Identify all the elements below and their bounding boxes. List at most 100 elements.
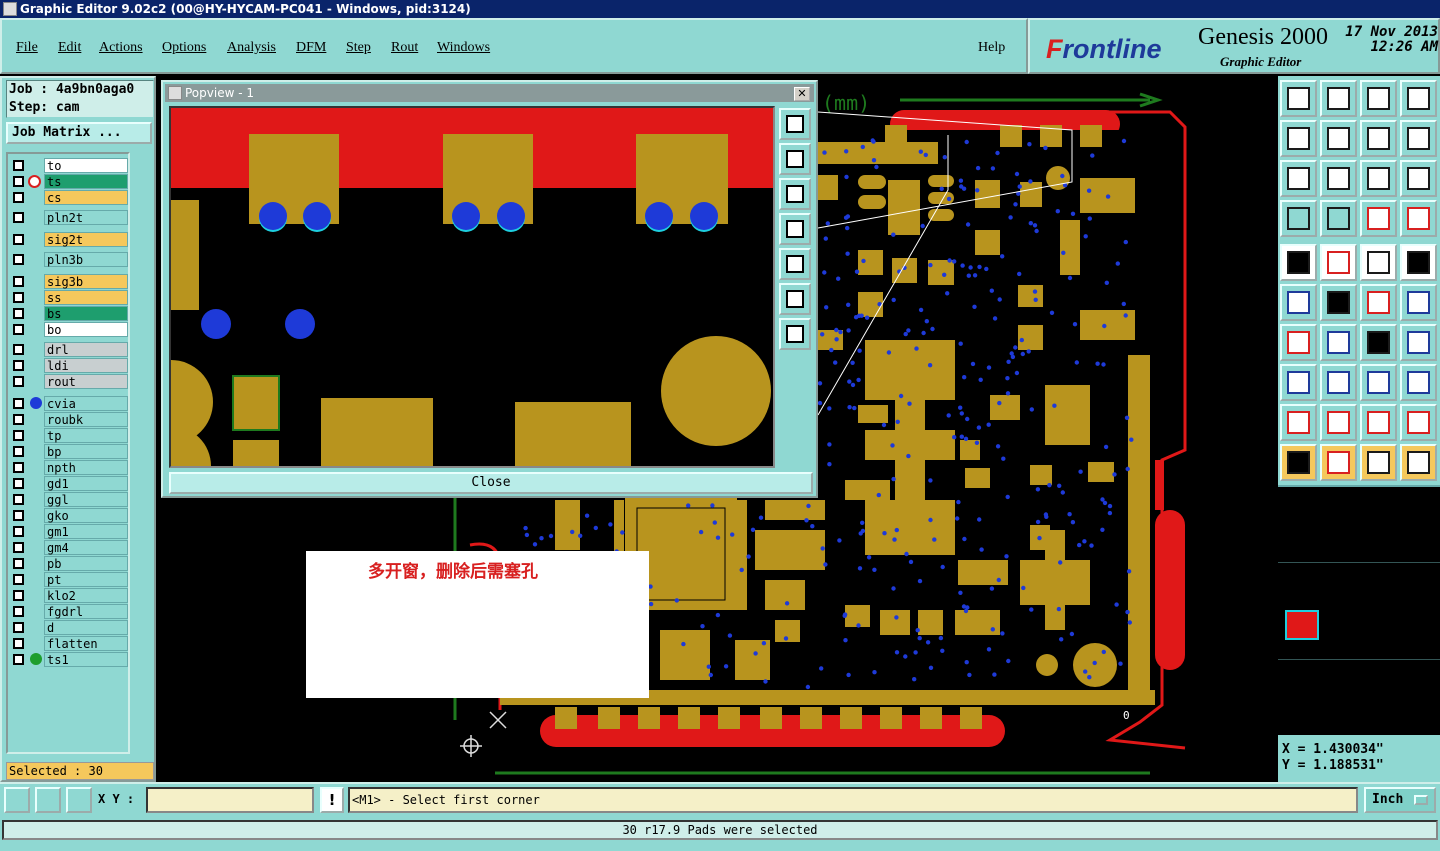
menu-dfm[interactable]: DFM [296,40,326,56]
layer-row-flatten[interactable]: flatten [10,636,130,651]
tool-button-9-3[interactable] [1400,444,1437,481]
layer-checkbox[interactable] [13,292,24,303]
grid-icon[interactable] [66,787,92,813]
layer-checkbox[interactable] [13,430,24,441]
popview-close-x-button[interactable]: ✕ [794,87,810,101]
tool-button-8-0[interactable] [1280,404,1317,441]
layer-checkbox[interactable] [13,324,24,335]
layer-row-bp[interactable]: bp [10,444,130,459]
layer-row-ldi[interactable]: ldi [10,358,130,373]
layer-row-drl[interactable]: drl [10,342,130,357]
xy-input[interactable] [146,787,314,813]
tool-button-1-2[interactable] [1360,120,1397,157]
tool-button-7-0[interactable] [1280,364,1317,401]
layer-checkbox[interactable] [13,606,24,617]
layer-row-cvia[interactable]: cvia [10,396,130,411]
popview-tool-2[interactable] [779,143,811,175]
layer-row-pb[interactable]: pb [10,556,130,571]
layer-checkbox[interactable] [13,176,24,187]
tool-button-3-3[interactable] [1400,200,1437,237]
layer-row-sig2t[interactable]: sig2t [10,232,130,247]
layer-checkbox[interactable] [13,478,24,489]
tool-button-4-0[interactable] [1280,244,1317,281]
tool-button-7-3[interactable] [1400,364,1437,401]
tool-button-4-1[interactable] [1320,244,1357,281]
tool-button-8-1[interactable] [1320,404,1357,441]
tool-button-7-1[interactable] [1320,364,1357,401]
layer-row-roubk[interactable]: roubk [10,412,130,427]
layer-checkbox[interactable] [13,212,24,223]
layer-checkbox[interactable] [13,376,24,387]
layer-checkbox[interactable] [13,308,24,319]
layer-checkbox[interactable] [13,276,24,287]
layer-row-pt[interactable]: pt [10,572,130,587]
menu-file[interactable]: File [16,40,38,56]
layer-row-gm1[interactable]: gm1 [10,524,130,539]
menu-windows[interactable]: Windows [437,40,490,56]
units-dropdown[interactable]: Inch [1364,787,1436,813]
layer-checkbox[interactable] [13,558,24,569]
layer-row-bs[interactable]: bs [10,306,130,321]
popview-tool-6[interactable] [779,283,811,315]
layer-checkbox[interactable] [13,542,24,553]
layer-row-pln3b[interactable]: pln3b [10,252,130,267]
popview-viewport[interactable] [169,106,775,468]
job-matrix-button[interactable]: Job Matrix ... [6,122,152,144]
tool-button-9-1[interactable] [1320,444,1357,481]
layer-row-gd1[interactable]: gd1 [10,476,130,491]
layer-checkbox[interactable] [13,344,24,355]
tool-button-3-0[interactable] [1280,200,1317,237]
layer-checkbox[interactable] [13,254,24,265]
layer-checkbox[interactable] [13,414,24,425]
layer-row-rout[interactable]: rout [10,374,130,389]
popview-tool-7[interactable] [779,318,811,350]
tool-button-0-2[interactable] [1360,80,1397,117]
tool-button-5-3[interactable] [1400,284,1437,321]
measure-icon[interactable] [35,787,61,813]
layer-row-fgdrl[interactable]: fgdrl [10,604,130,619]
tool-button-5-0[interactable] [1280,284,1317,321]
tool-button-9-2[interactable] [1360,444,1397,481]
tool-button-1-1[interactable] [1320,120,1357,157]
tool-button-2-0[interactable] [1280,160,1317,197]
layer-row-ggl[interactable]: ggl [10,492,130,507]
overview-viewport[interactable] [1285,610,1319,640]
layer-checkbox[interactable] [13,192,24,203]
popview-close-button[interactable]: Close [169,472,813,494]
layer-checkbox[interactable] [13,398,24,409]
layer-row-gm4[interactable]: gm4 [10,540,130,555]
overview-map[interactable] [1278,485,1440,735]
layer-row-ss[interactable]: ss [10,290,130,305]
tool-button-0-3[interactable] [1400,80,1437,117]
layer-row-gko[interactable]: gko [10,508,130,523]
layer-checkbox[interactable] [13,462,24,473]
tool-button-0-1[interactable] [1320,80,1357,117]
layer-checkbox[interactable] [13,234,24,245]
tool-button-5-2[interactable] [1360,284,1397,321]
layer-checkbox[interactable] [13,160,24,171]
layer-row-to[interactable]: to [10,158,130,173]
layer-checkbox[interactable] [13,654,24,665]
tool-button-9-0[interactable] [1280,444,1317,481]
layer-row-klo2[interactable]: klo2 [10,588,130,603]
warning-button[interactable]: ! [320,787,344,813]
tool-button-6-3[interactable] [1400,324,1437,361]
layer-checkbox[interactable] [13,574,24,585]
menu-edit[interactable]: Edit [58,40,81,56]
tool-button-6-1[interactable] [1320,324,1357,361]
tool-button-8-3[interactable] [1400,404,1437,441]
tool-button-4-3[interactable] [1400,244,1437,281]
snap-icon[interactable] [4,787,30,813]
layer-checkbox[interactable] [13,526,24,537]
tool-button-5-1[interactable] [1320,284,1357,321]
tool-button-4-2[interactable] [1360,244,1397,281]
menu-step[interactable]: Step [346,40,371,56]
menu-help[interactable]: Help [978,40,1005,56]
layer-row-pln2t[interactable]: pln2t [10,210,130,225]
popview-tool-5[interactable] [779,248,811,280]
layer-row-npth[interactable]: npth [10,460,130,475]
layer-row-ts1[interactable]: ts1 [10,652,130,667]
menu-options[interactable]: Options [162,40,206,56]
menu-rout[interactable]: Rout [391,40,418,56]
popview-tool-3[interactable] [779,178,811,210]
